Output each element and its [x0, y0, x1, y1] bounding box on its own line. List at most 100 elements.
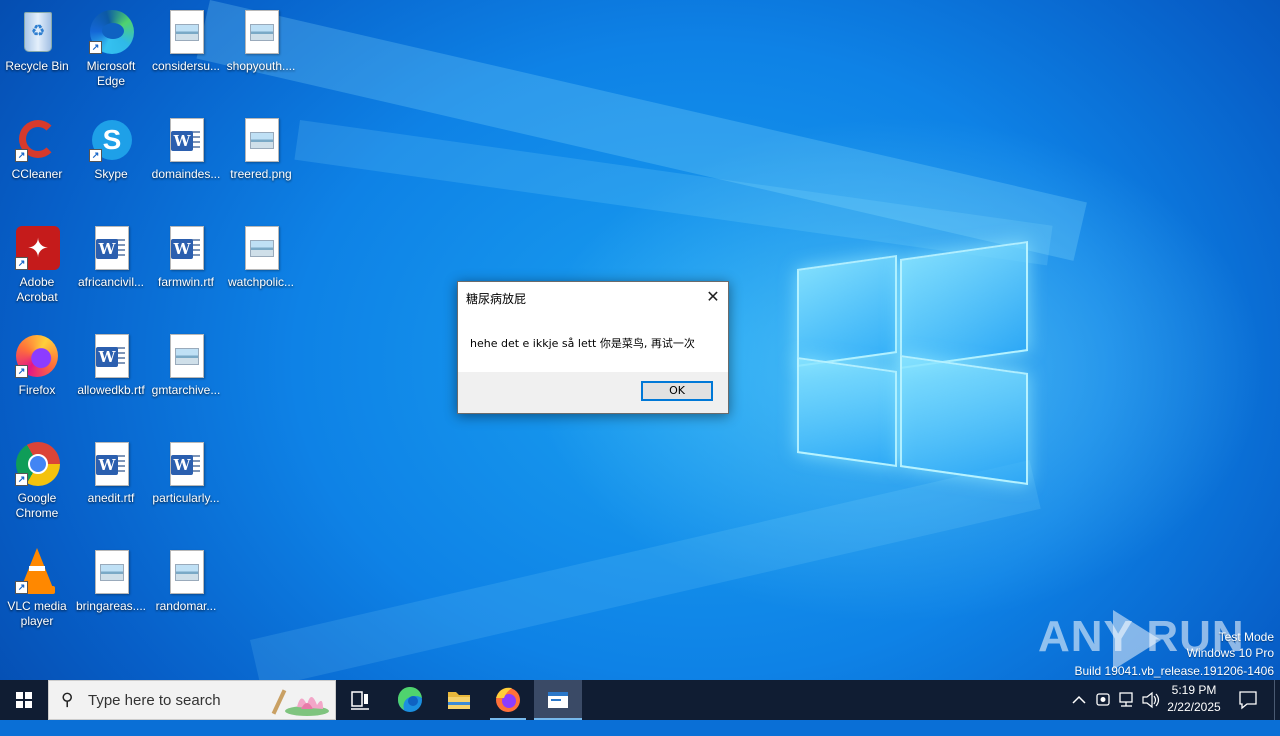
word-document-icon: W [170, 118, 204, 162]
icon-label: Google Chrome [15, 491, 59, 520]
desktop-icon-vlc[interactable]: ↗ VLC media player [0, 544, 74, 629]
show-desktop-button[interactable] [1274, 680, 1280, 720]
desktop-icon-particularly[interactable]: W particularly... [149, 436, 223, 506]
show-hidden-icons-button[interactable] [1068, 680, 1090, 720]
icon-label: allowedkb.rtf [77, 383, 145, 397]
icon-label: Recycle Bin [5, 59, 69, 73]
desktop-icon-considersu[interactable]: considersu... [149, 4, 223, 74]
desktop-icon-africancivil[interactable]: W africancivil... [74, 220, 148, 290]
icon-label: treered.png [230, 167, 292, 181]
tray-app-button[interactable] [1092, 680, 1114, 720]
dialog-title: 糖尿病放屁 [466, 292, 527, 306]
icon-label: VLC media player [7, 599, 67, 628]
windows-start-icon [16, 692, 32, 708]
word-document-icon: W [170, 442, 204, 486]
network-icon [1119, 692, 1133, 707]
icon-label: farmwin.rtf [157, 275, 214, 289]
shortcut-arrow-icon: ↗ [15, 149, 28, 162]
icon-label: Skype [94, 167, 128, 181]
logo-pane [797, 356, 897, 468]
search-highlight-icon [271, 689, 329, 716]
message-box: 糖尿病放屁 ✕ hehe det e ikkje så lett 你是菜鸟, 再… [457, 281, 729, 414]
taskbar-firefox-button[interactable] [484, 680, 532, 720]
taskbar-message-box-button[interactable] [534, 680, 582, 720]
dialog-footer: OK [458, 372, 728, 413]
word-document-icon: W [170, 226, 204, 270]
shortcut-arrow-icon: ↗ [15, 365, 28, 378]
network-button[interactable] [1116, 680, 1138, 720]
shortcut-arrow-icon: ↗ [89, 41, 102, 54]
icon-label: CCleaner [11, 167, 63, 181]
desktop-icon-firefox[interactable]: ↗ Firefox [0, 328, 74, 398]
search-input[interactable]: Type here to search [88, 692, 221, 709]
word-document-icon: W [95, 226, 129, 270]
anyrun-play-icon [1113, 610, 1161, 670]
firefox-icon [496, 687, 520, 712]
logo-pane [797, 254, 897, 368]
vlc-stripe [29, 566, 45, 571]
desktop-icon-ccleaner[interactable]: ↗ CCleaner [0, 112, 74, 182]
search-box[interactable]: ⚲ Type here to search [48, 680, 336, 720]
dialog-message: hehe det e ikkje så lett 你是菜鸟, 再试一次 [470, 337, 695, 350]
image-file-icon [170, 334, 204, 378]
icon-label: randomar... [155, 599, 217, 613]
shortcut-arrow-icon: ↗ [89, 149, 102, 162]
shortcut-arrow-icon: ↗ [15, 257, 28, 270]
clock-time: 5:19 PM [1171, 683, 1217, 697]
build-label: Build 19041.vb_release.191206-1406 [1074, 664, 1275, 678]
clock[interactable]: 5:19 PM 2/22/2025 [1158, 682, 1230, 716]
search-icon: ⚲ [61, 690, 74, 710]
desktop-icon-skype[interactable]: S ↗ Skype [74, 112, 148, 182]
app-window-icon [548, 692, 568, 708]
desktop-icon-anedit[interactable]: W anedit.rtf [74, 436, 148, 506]
desktop-icon-google-chrome[interactable]: ↗ Google Chrome [0, 436, 74, 521]
desktop-icon-shopyouth[interactable]: shopyouth.... [224, 4, 298, 74]
shortcut-arrow-icon: ↗ [15, 473, 28, 486]
icon-label: africancivil... [77, 275, 145, 289]
icon-label: gmtarchive... [151, 383, 221, 397]
icon-label: watchpolic... [227, 275, 295, 289]
desktop-icon-microsoft-edge[interactable]: ↗ Microsoft Edge [74, 4, 148, 89]
icon-label: Microsoft Edge [86, 59, 136, 88]
close-icon[interactable]: ✕ [698, 282, 728, 312]
taskbar-edge-button[interactable] [386, 680, 434, 720]
desktop-icon-farmwin[interactable]: W farmwin.rtf [149, 220, 223, 290]
icon-label: anedit.rtf [87, 491, 135, 505]
icon-label: Adobe Acrobat [16, 275, 58, 304]
desktop-icon-adobe-acrobat[interactable]: ✦ ↗ Adobe Acrobat [0, 220, 74, 305]
task-view-button[interactable] [336, 680, 384, 720]
edge-icon [397, 686, 422, 712]
taskbar: ⚲ Type here to search 5:19 PM 2/22/2025 [0, 680, 1280, 720]
icon-label: bringareas.... [75, 599, 147, 613]
action-center-button[interactable] [1234, 680, 1262, 720]
desktop-icon-bringareas[interactable]: bringareas.... [74, 544, 148, 614]
desktop-icon-allowedkb[interactable]: W allowedkb.rtf [74, 328, 148, 398]
image-file-icon [245, 118, 279, 162]
desktop-icon-gmtarchive[interactable]: gmtarchive... [149, 328, 223, 398]
ok-button[interactable]: OK [641, 381, 713, 401]
desktop-icon-watchpolic[interactable]: watchpolic... [224, 220, 298, 290]
wallpaper-beam [250, 460, 1041, 680]
icon-label: particularly... [152, 491, 220, 505]
clock-date: 2/22/2025 [1167, 700, 1221, 714]
folder-icon [448, 692, 470, 709]
icon-label: domaindes... [151, 167, 221, 181]
desktop-icon-domaindes[interactable]: W domaindes... [149, 112, 223, 182]
word-document-icon: W [95, 334, 129, 378]
notification-icon [1239, 691, 1257, 710]
test-mode-label: Test Mode [1218, 630, 1274, 644]
image-file-icon [170, 550, 204, 594]
logo-pane [900, 355, 1028, 485]
taskbar-file-explorer-button[interactable] [435, 680, 483, 720]
desktop-icon-randomar[interactable]: randomar... [149, 544, 223, 614]
chevron-up-icon [1072, 695, 1086, 704]
image-file-icon [170, 10, 204, 54]
start-button[interactable] [0, 680, 48, 720]
windows-edition-label: Windows 10 Pro [1186, 646, 1274, 660]
desktop-icon-treered[interactable]: treered.png [224, 112, 298, 182]
tray-app-icon [1096, 693, 1110, 706]
icon-label: considersu... [151, 59, 221, 73]
icon-label: shopyouth.... [226, 59, 296, 73]
icon-label: Firefox [18, 383, 56, 397]
desktop-icon-recycle-bin[interactable]: ♻ Recycle Bin [0, 4, 74, 74]
